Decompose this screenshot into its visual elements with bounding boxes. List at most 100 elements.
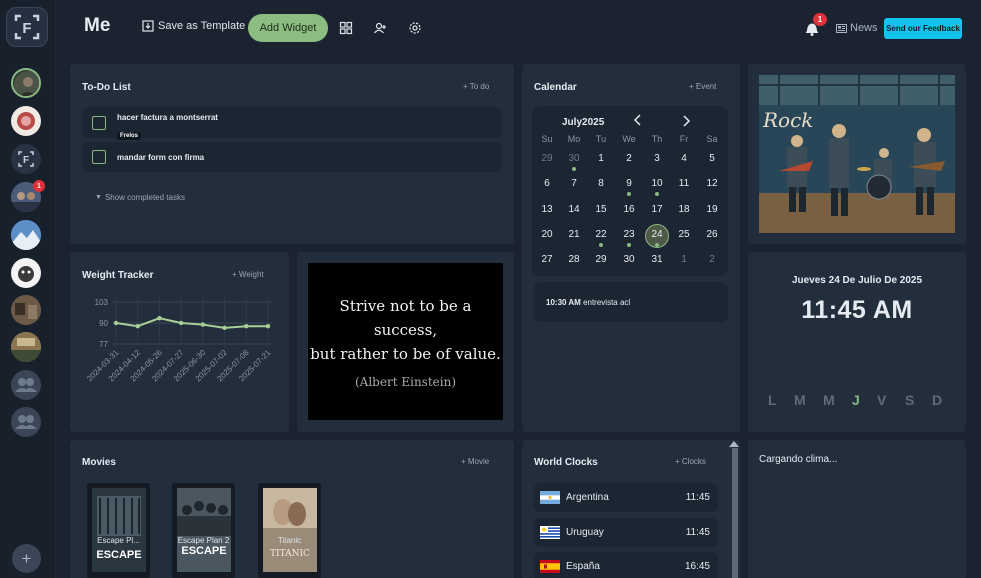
movie-poster: ESCAPE — [177, 488, 231, 572]
add-widget-button[interactable]: Add Widget — [248, 14, 328, 42]
world-clock-row[interactable]: Uruguay 11:45 — [534, 518, 718, 547]
calendar-day[interactable]: 1 — [590, 153, 612, 169]
calendar-day[interactable]: 27 — [536, 254, 558, 270]
calendar-day[interactable]: 6 — [536, 178, 558, 194]
calendar-day[interactable]: 18 — [673, 204, 695, 220]
user-avatar-icon — [14, 71, 39, 96]
calendar-day[interactable]: 24 — [646, 229, 668, 247]
movie-card[interactable]: TITANIC — [258, 483, 321, 578]
movie-title: Escape Pl... — [97, 536, 140, 545]
todo-item[interactable]: mandar form con firma — [82, 142, 502, 172]
prev-month-button[interactable] — [633, 114, 643, 129]
add-event-button[interactable]: + Event — [689, 82, 716, 91]
avatar-workspace-2[interactable]: F — [11, 144, 41, 174]
calendar-day[interactable]: 17 — [646, 204, 668, 220]
calendar-day[interactable]: 11 — [673, 178, 695, 194]
avatar-workspace-1[interactable] — [11, 106, 41, 136]
calendar-day[interactable]: 15 — [590, 204, 612, 220]
calendar-day[interactable]: 13 — [536, 204, 558, 220]
todo-tag: Frelos — [117, 132, 142, 140]
world-clock-row[interactable]: Argentina 11:45 — [534, 483, 718, 512]
svg-text:Rock: Rock — [762, 108, 813, 132]
avatar-workspace-4[interactable] — [11, 220, 41, 250]
group-placeholder-2[interactable] — [11, 407, 41, 437]
avatar-workspace-6[interactable] — [11, 295, 41, 325]
weight-point[interactable] — [135, 324, 140, 329]
world-clock-row[interactable]: España 16:45 — [534, 552, 718, 578]
weight-point[interactable] — [222, 325, 227, 331]
calendar-day[interactable]: 30 — [618, 254, 640, 270]
settings-gear-icon[interactable] — [408, 21, 422, 35]
calendar-day[interactable]: 2 — [701, 254, 723, 270]
calendar-day[interactable]: 14 — [563, 204, 585, 220]
weather-loading: Cargando clima... — [759, 454, 838, 465]
todo-item[interactable]: hacer factura a montserrat Frelos — [82, 107, 502, 140]
weekday-letter: M — [794, 392, 806, 408]
calendar-event[interactable]: 10:30 AM entrevista acl — [534, 282, 728, 322]
image-card: Rock — [748, 64, 966, 244]
calendar-day[interactable]: 20 — [536, 229, 558, 245]
calendar-day[interactable]: 23 — [618, 229, 640, 247]
calendar-day[interactable]: 26 — [701, 229, 723, 245]
todo-checkbox[interactable] — [92, 150, 106, 164]
weight-point[interactable] — [157, 315, 162, 321]
weight-point[interactable] — [200, 322, 206, 327]
show-completed-toggle[interactable]: ▼ Show completed tasks — [95, 193, 185, 202]
calendar-day[interactable]: 8 — [590, 178, 612, 194]
calendar-day[interactable]: 2 — [618, 153, 640, 169]
avatar-workspace-7[interactable] — [11, 332, 41, 362]
grid-layout-icon[interactable] — [339, 21, 353, 35]
calendar-day[interactable]: 16 — [618, 204, 640, 220]
calendar-day[interactable]: 12 — [701, 178, 723, 194]
movie-card[interactable]: ESCAPE — [87, 483, 150, 578]
calendar-day[interactable]: 31 — [646, 254, 668, 270]
group-placeholder-1[interactable] — [11, 370, 41, 400]
movie-card[interactable]: ESCAPE — [172, 483, 235, 578]
calendar-day[interactable]: 25 — [673, 229, 695, 245]
calendar-day[interactable]: 7 — [563, 178, 585, 194]
add-clock-button[interactable]: + Clocks — [675, 457, 706, 466]
weight-point[interactable] — [178, 320, 184, 326]
group-icon — [15, 378, 37, 392]
sidebar: F F 1 + — [0, 0, 56, 578]
calendar-day[interactable]: 21 — [563, 229, 585, 245]
weight-point[interactable] — [244, 324, 249, 329]
calendar-day[interactable]: 4 — [673, 153, 695, 169]
add-movie-button[interactable]: + Movie — [461, 457, 489, 466]
movie-title: Escape Plan 2 — [177, 536, 230, 545]
app-logo[interactable]: F — [6, 7, 48, 47]
send-feedback-button[interactable]: Send our Feedback — [884, 18, 962, 39]
next-month-button[interactable] — [681, 114, 691, 132]
calendar-day[interactable]: 1 — [673, 254, 695, 270]
calendar-day[interactable]: 5 — [701, 153, 723, 169]
weight-point[interactable] — [113, 320, 119, 326]
weekday-header: Mo — [567, 134, 581, 144]
avatar-user[interactable] — [11, 68, 41, 98]
add-workspace-button[interactable]: + — [12, 544, 41, 573]
add-todo-button[interactable]: + To do — [463, 82, 489, 91]
calendar-day[interactable]: 29 — [590, 254, 612, 270]
scrollbar[interactable] — [732, 448, 738, 578]
scroll-up-arrow[interactable] — [729, 441, 739, 447]
movie-poster: ESCAPE — [92, 488, 146, 572]
calendar-day[interactable]: 19 — [701, 204, 723, 220]
save-template-button[interactable]: Save as Template — [142, 20, 245, 32]
clock-city: España — [566, 561, 600, 572]
weight-point[interactable] — [265, 324, 271, 329]
svg-text:F: F — [22, 20, 31, 37]
calendar-day[interactable]: 29 — [536, 153, 558, 169]
calendar-day[interactable]: 9 — [618, 178, 640, 197]
calendar-day[interactable]: 30 — [563, 153, 585, 171]
room-photo-icon — [11, 295, 41, 325]
add-user-icon[interactable] — [373, 21, 387, 35]
event-dot — [655, 242, 659, 247]
calendar-day[interactable]: 3 — [646, 153, 668, 169]
avatar-workspace-5[interactable] — [11, 258, 41, 288]
newspaper-icon — [836, 23, 847, 33]
calendar-day[interactable]: 22 — [590, 229, 612, 247]
calendar-day[interactable]: 28 — [563, 254, 585, 270]
todo-checkbox[interactable] — [92, 116, 106, 130]
calendar-day[interactable]: 10 — [646, 178, 668, 197]
weekday-letter: M — [823, 392, 835, 408]
news-button[interactable]: News — [836, 22, 878, 34]
